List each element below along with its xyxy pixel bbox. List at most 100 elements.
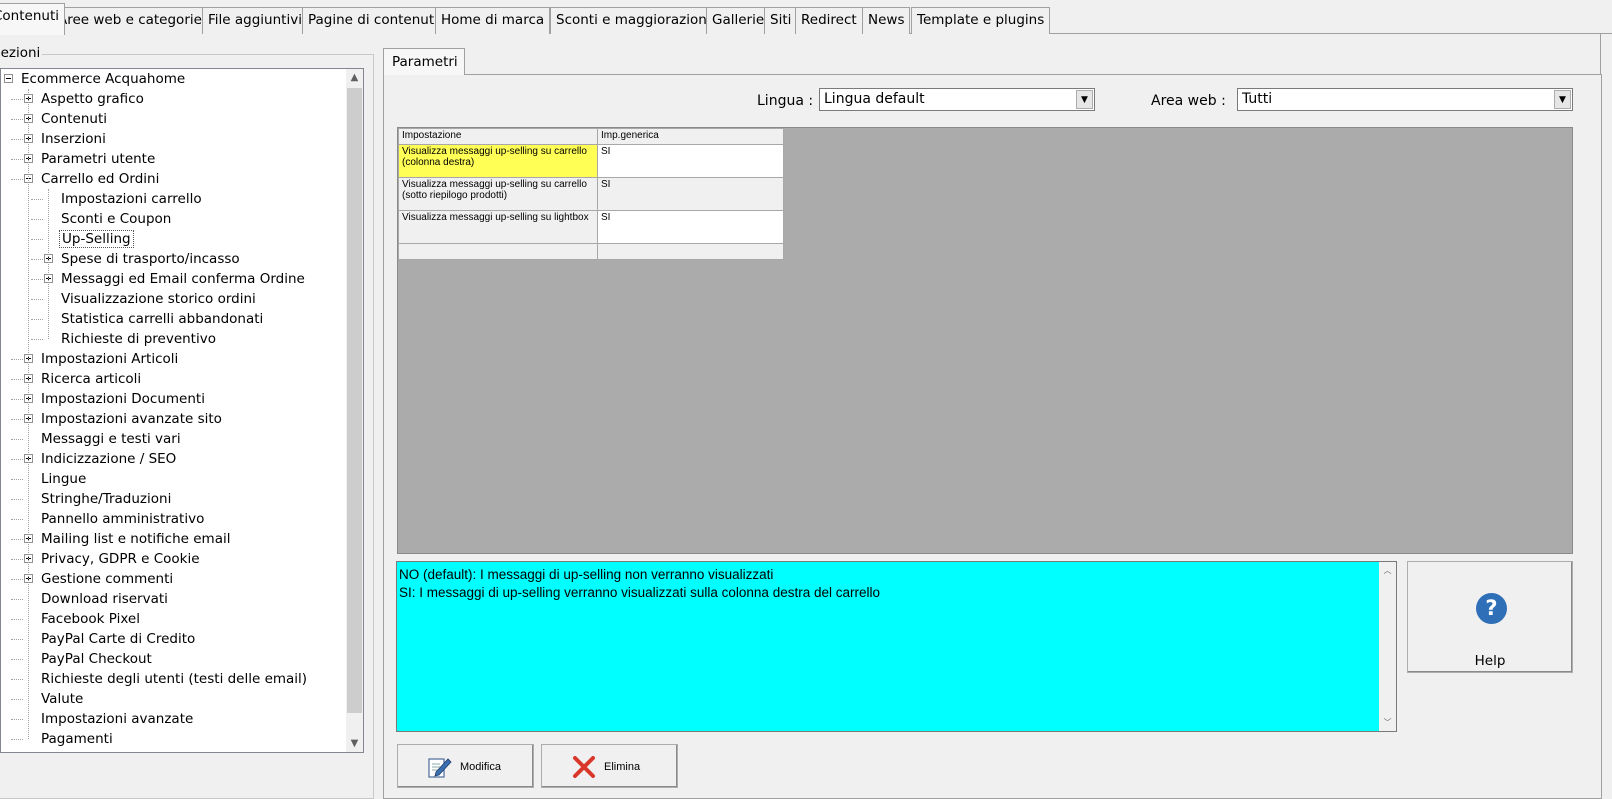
tree-connector bbox=[31, 219, 43, 220]
table-row-empty[interactable] bbox=[398, 243, 784, 260]
tree-item-stringhe-traduzioni[interactable]: Stringhe/Traduzioni bbox=[39, 489, 173, 509]
tree-item-impostazioni-documenti[interactable]: Impostazioni Documenti bbox=[39, 389, 207, 409]
tree-connector bbox=[31, 319, 43, 320]
tab-aree-web-categorie[interactable]: Aree web e categorie bbox=[52, 7, 208, 34]
tree-item-mailing-list-e-notifiche-email[interactable]: Mailing list e notifiche email bbox=[39, 529, 232, 549]
chevron-up-icon[interactable]: ︿ bbox=[1379, 562, 1396, 579]
tab-label: Redirect bbox=[801, 12, 857, 28]
tree-scrollbar[interactable]: ▲ ▼ bbox=[346, 69, 363, 752]
elimina-button[interactable]: Elimina bbox=[541, 744, 678, 788]
tab-contenuti[interactable]: Contenuti bbox=[0, 3, 65, 35]
tab-sconti-maggiorazioni[interactable]: Sconti e maggiorazioni bbox=[550, 7, 717, 34]
tree-item-visualizzazione-storico-ordini[interactable]: Visualizzazione storico ordini bbox=[59, 289, 258, 309]
tree-item-facebook-pixel[interactable]: Facebook Pixel bbox=[39, 609, 142, 629]
tree-item-parametri-utente[interactable]: Parametri utente bbox=[39, 149, 157, 169]
tree-item-ricerca-articoli[interactable]: Ricerca articoli bbox=[39, 369, 143, 389]
description-scrollbar[interactable]: ︿ ﹀ bbox=[1379, 562, 1396, 731]
tree-connector bbox=[11, 519, 23, 520]
table-row[interactable]: Visualizza messaggi up-selling su carrel… bbox=[398, 144, 784, 178]
tree-item-label: Privacy, GDPR e Cookie bbox=[41, 551, 200, 567]
tab-gallerie[interactable]: Gallerie bbox=[706, 7, 771, 34]
tree-item-carrello-ed-ordini[interactable]: Carrello ed Ordini bbox=[39, 169, 161, 189]
chevron-down-icon[interactable]: ▼ bbox=[1076, 90, 1093, 109]
tree-item-spese-di-trasporto-incasso[interactable]: Spese di trasporto/incasso bbox=[59, 249, 242, 269]
area-web-value: Tutti bbox=[1242, 91, 1273, 107]
tree-item-contenuti[interactable]: Contenuti bbox=[39, 109, 109, 129]
tree-item-ecommerce-acquahome[interactable]: Ecommerce Acquahome bbox=[19, 69, 187, 89]
tree-item-impostazioni-avanzate[interactable]: Impostazioni avanzate bbox=[39, 709, 195, 729]
modifica-label: Modifica bbox=[460, 761, 501, 773]
tree-item-pagamenti[interactable]: Pagamenti bbox=[39, 729, 115, 749]
tree-item-label: Up-Selling bbox=[59, 230, 134, 248]
setting-name[interactable]: Visualizza messaggi up-selling su carrel… bbox=[398, 144, 598, 178]
tab-home-di-marca[interactable]: Home di marca bbox=[435, 7, 551, 34]
lingua-select[interactable]: Lingua default ▼ bbox=[819, 88, 1095, 111]
tree-item-impostazioni-avanzate-sito[interactable]: Impostazioni avanzate sito bbox=[39, 409, 224, 429]
tab-file-aggiuntivi[interactable]: File aggiuntivi bbox=[202, 7, 308, 34]
main-tab-bar: Contenuti Aree web e categorie File aggi… bbox=[0, 0, 1612, 35]
tree-item-valute[interactable]: Valute bbox=[39, 689, 85, 709]
description-textarea[interactable]: NO (default): I messaggi di up-selling n… bbox=[396, 561, 1397, 732]
tree-item-label: Impostazioni carrello bbox=[61, 191, 202, 207]
tree-item-sconti-e-coupon[interactable]: Sconti e Coupon bbox=[59, 209, 173, 229]
tree-item-label: Inserzioni bbox=[41, 131, 106, 147]
tree-item-aspetto-grafico[interactable]: Aspetto grafico bbox=[39, 89, 146, 109]
tab-template-plugins[interactable]: Template e plugins bbox=[911, 7, 1051, 34]
tree-item-pannello-amministrativo[interactable]: Pannello amministrativo bbox=[39, 509, 206, 529]
chevron-down-icon[interactable]: ﹀ bbox=[1379, 714, 1396, 731]
empty-cell[interactable] bbox=[597, 243, 784, 260]
tree-item-gestione-commenti[interactable]: Gestione commenti bbox=[39, 569, 175, 589]
col-header-impostazione: Impostazione bbox=[398, 128, 598, 145]
tree-item-impostazioni-carrello[interactable]: Impostazioni carrello bbox=[59, 189, 204, 209]
tree-item-paypal-checkout[interactable]: PayPal Checkout bbox=[39, 649, 154, 669]
sezioni-tree[interactable]: Ecommerce Acquahome Aspetto grafico Conten… bbox=[0, 68, 364, 753]
scroll-up-arrow-icon[interactable]: ▲ bbox=[346, 69, 363, 86]
tree-connector bbox=[11, 539, 23, 540]
tab-label: Parametri bbox=[392, 54, 458, 70]
area-web-label: Area web : bbox=[1151, 93, 1226, 109]
tab-siti[interactable]: Siti bbox=[764, 7, 798, 34]
tree-item-up-selling[interactable]: Up-Selling bbox=[59, 229, 134, 249]
setting-name[interactable]: Visualizza messaggi up-selling su lightb… bbox=[398, 210, 598, 244]
tree-item-label: Gestione commenti bbox=[41, 571, 174, 587]
tree-item-messaggi-e-testi-vari[interactable]: Messaggi e testi vari bbox=[39, 429, 183, 449]
table-row[interactable]: Visualizza messaggi up-selling su lightb… bbox=[398, 210, 784, 244]
elimina-label: Elimina bbox=[604, 761, 641, 773]
tree-connector bbox=[11, 179, 23, 180]
tab-redirect[interactable]: Redirect bbox=[795, 7, 863, 34]
setting-value[interactable]: SI bbox=[597, 177, 784, 211]
tree-item-richieste-di-preventivo[interactable]: Richieste di preventivo bbox=[59, 329, 218, 349]
tree-item-indicizzazione-seo[interactable]: Indicizzazione / SEO bbox=[39, 449, 178, 469]
tab-news[interactable]: News bbox=[862, 7, 911, 34]
tree-item-impostazioni-articoli[interactable]: Impostazioni Articoli bbox=[39, 349, 180, 369]
chevron-down-icon[interactable]: ▼ bbox=[1554, 90, 1571, 109]
tab-label: Contenuti bbox=[0, 8, 59, 24]
setting-name[interactable]: Visualizza messaggi up-selling su carrel… bbox=[398, 177, 598, 211]
table-row[interactable]: Visualizza messaggi up-selling su carrel… bbox=[398, 177, 784, 211]
collapse-minus-icon[interactable] bbox=[4, 74, 13, 83]
tree-item-messaggi-ed-email-conferma-ordine[interactable]: Messaggi ed Email conferma Ordine bbox=[59, 269, 307, 289]
tree-item-inserzioni[interactable]: Inserzioni bbox=[39, 129, 108, 149]
tree-item-label: Ricerca articoli bbox=[41, 371, 142, 387]
tree-item-privacy-gdpr-e-cookie[interactable]: Privacy, GDPR e Cookie bbox=[39, 549, 202, 569]
tree-item-label: Impostazioni Documenti bbox=[41, 391, 205, 407]
area-web-select[interactable]: Tutti ▼ bbox=[1237, 88, 1573, 111]
tree-item-paypal-carte-di-credito[interactable]: PayPal Carte di Credito bbox=[39, 629, 197, 649]
tree-item-label: Facebook Pixel bbox=[41, 611, 140, 627]
help-button[interactable]: ? Help bbox=[1407, 561, 1573, 673]
tree-connector bbox=[11, 699, 23, 700]
tree-connector bbox=[11, 659, 23, 660]
scroll-down-arrow-icon[interactable]: ▼ bbox=[346, 735, 363, 752]
tree-item-richieste-degli-utenti-testi-delle-email[interactable]: Richieste degli utenti (testi delle emai… bbox=[39, 669, 309, 689]
tree-connector bbox=[11, 739, 23, 740]
tab-parametri[interactable]: Parametri bbox=[383, 48, 465, 75]
tab-pagine-contenuti[interactable]: Pagine di contenuti bbox=[302, 7, 444, 34]
tree-item-lingue[interactable]: Lingue bbox=[39, 469, 88, 489]
scroll-thumb[interactable] bbox=[347, 88, 362, 713]
tree-item-statistica-carrelli-abbandonati[interactable]: Statistica carrelli abbandonati bbox=[59, 309, 265, 329]
setting-value[interactable]: SI bbox=[597, 210, 784, 244]
tree-item-download-riservati[interactable]: Download riservati bbox=[39, 589, 170, 609]
empty-cell[interactable] bbox=[398, 243, 598, 260]
modifica-button[interactable]: Modifica bbox=[397, 744, 534, 788]
setting-value[interactable]: SI bbox=[597, 144, 784, 178]
